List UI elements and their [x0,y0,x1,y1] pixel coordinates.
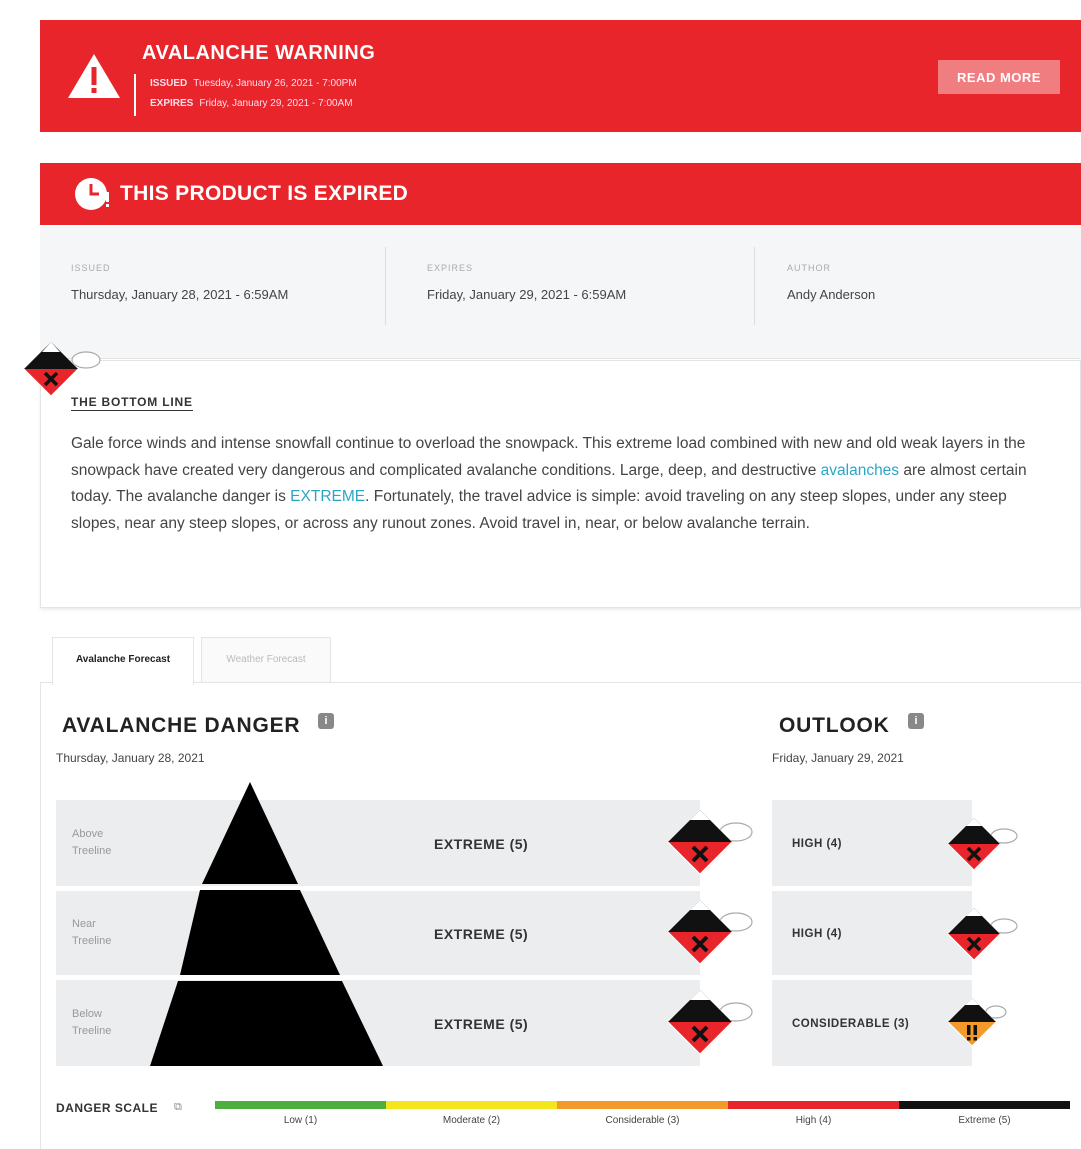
outlook-row-above-treeline: HIGH (4) [772,800,972,886]
high-danger-icon [947,817,1018,871]
outlook-title: OUTLOOK [779,714,890,737]
read-more-button[interactable]: READ MORE [938,60,1060,94]
danger-level: EXTREME (5) [434,926,529,942]
info-icon[interactable]: i [318,713,334,729]
bottom-line-text: Gale force winds and intense snowfall co… [71,431,1046,537]
warning-issued-label: ISSUED [150,78,188,89]
tab-weather-forecast[interactable]: Weather Forecast [201,637,331,683]
elevation-label-line: Treeline [72,935,112,947]
warning-issued: ISSUED Tuesday, January 26, 2021 - 7:00PM [150,78,357,89]
outlook-level: CONSIDERABLE (3) [792,1018,910,1030]
meta-author: AUTHOR Andy Anderson [787,263,875,302]
extreme-link[interactable]: EXTREME [290,488,365,505]
outlook-date: Friday, January 29, 2021 [772,751,904,765]
clock-icon [75,178,109,210]
elevation-label-line: Treeline [72,845,112,857]
danger-scale-level-label: Moderate (2) [442,1115,501,1126]
danger-scale-level-label: Considerable (3) [605,1115,680,1126]
pyramid-middle [180,890,340,975]
meta-divider [754,247,755,325]
elevation-label-line: Treeline [72,1025,112,1037]
elevation-label: Above Treeline [72,826,111,860]
bottom-line-card: THE BOTTOM LINE Gale force winds and int… [40,360,1081,608]
warning-expires-label: EXPIRES [150,98,194,109]
extreme-danger-icon [667,809,753,875]
outlook-row-near-treeline: HIGH (4) [772,891,972,975]
danger-scale-level-label: Extreme (5) [958,1115,1011,1126]
danger-scale-segment [557,1101,728,1109]
meta-expires: EXPIRES Friday, January 29, 2021 - 6:59A… [427,263,626,302]
outlook-level: HIGH (4) [792,928,842,940]
avalanche-danger-title: AVALANCHE DANGER [62,714,301,737]
expired-notice: THIS PRODUCT IS EXPIRED [40,163,1081,225]
danger-level: EXTREME (5) [434,836,529,852]
danger-scale-segment [386,1101,557,1109]
danger-date: Thursday, January 28, 2021 [56,751,205,765]
meta-issued-label: ISSUED [71,263,111,273]
extreme-danger-icon [667,989,753,1055]
elevation-label-line: Above [72,828,104,840]
danger-scale-segment [728,1101,899,1109]
danger-scale-level-label: Low (1) [283,1115,318,1126]
elevation-label-line: Below [72,1008,102,1020]
elevation-label: Below Treeline [72,1006,111,1040]
meta-expires-value: Friday, January 29, 2021 - 6:59AM [427,287,627,302]
warning-expires-value: Friday, January 29, 2021 - 7:00AM [199,98,353,109]
tab-avalanche-forecast[interactable]: Avalanche Forecast [52,637,194,685]
forecast-meta: ISSUED Thursday, January 28, 2021 - 6:59… [40,227,1081,359]
pyramid-top [202,782,298,884]
info-icon[interactable]: i [908,713,924,729]
warning-title: AVALANCHE WARNING [142,42,376,64]
meta-author-value: Andy Anderson [787,287,876,302]
elevation-label: Near Treeline [72,916,111,950]
extreme-danger-icon [23,341,101,397]
danger-scale-segment [899,1101,1070,1109]
avalanche-warning-banner: AVALANCHE WARNING ISSUED Tuesday, January… [40,20,1081,132]
meta-author-label: AUTHOR [787,263,831,273]
danger-scale-segment [215,1101,386,1109]
warning-issued-value: Tuesday, January 26, 2021 - 7:00PM [193,78,357,89]
pyramid-bottom [150,981,383,1066]
high-danger-icon [947,907,1018,961]
warning-triangle-icon [68,54,120,98]
outlook-row-below-treeline: CONSIDERABLE (3) [772,980,972,1066]
danger-scale-label: DANGER SCALE [56,1101,159,1115]
elevation-pyramid [150,782,383,1066]
warning-expires: EXPIRES Friday, January 29, 2021 - 7:00AM [150,98,353,109]
expired-text: THIS PRODUCT IS EXPIRED [120,182,409,205]
meta-expires-label: EXPIRES [427,263,474,273]
considerable-danger-icon [947,997,1007,1047]
meta-divider [385,247,386,325]
warning-divider [134,74,136,116]
avalanches-link[interactable]: avalanches [821,462,899,479]
elevation-label-line: Near [72,918,96,930]
meta-issued-value: Thursday, January 28, 2021 - 6:59AM [71,287,289,302]
meta-issued: ISSUED Thursday, January 28, 2021 - 6:59… [71,263,288,302]
danger-level: EXTREME (5) [434,1016,529,1032]
danger-scale-level-label: High (4) [795,1115,832,1126]
external-link-icon[interactable]: ⧉ [174,1101,182,1114]
outlook-level: HIGH (4) [792,838,842,850]
extreme-danger-icon [667,899,753,965]
